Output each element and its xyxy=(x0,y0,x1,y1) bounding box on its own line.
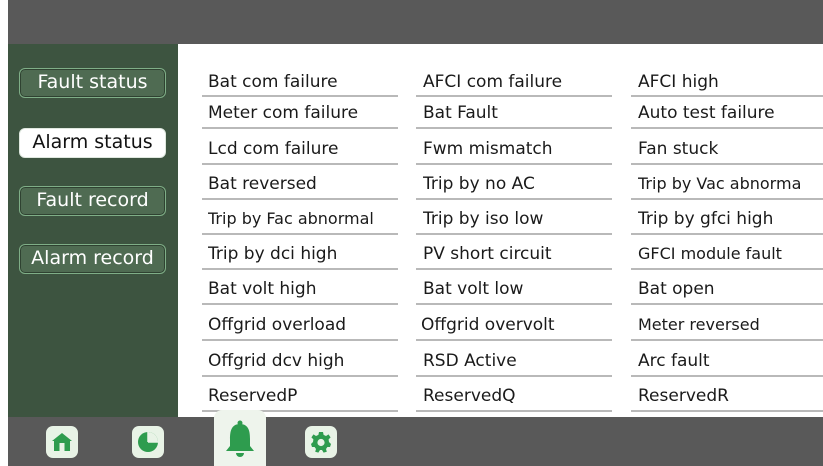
divider xyxy=(416,375,612,377)
divider xyxy=(631,95,823,97)
gear-icon xyxy=(311,432,331,453)
divider xyxy=(631,410,823,412)
divider xyxy=(416,163,612,165)
divider xyxy=(202,163,398,165)
list-item: Trip by iso low xyxy=(423,209,544,229)
divider xyxy=(631,303,823,305)
list-item: Meter reversed xyxy=(638,315,760,334)
home-button[interactable] xyxy=(46,426,78,458)
divider xyxy=(416,95,612,97)
list-item: Bat com failure xyxy=(208,72,338,92)
list-item: Bat Fault xyxy=(423,103,498,123)
list-item: ReservedQ xyxy=(423,386,516,406)
sidebar: Fault status Alarm status Fault record A… xyxy=(8,44,178,417)
list-item: GFCI module fault xyxy=(638,244,782,263)
divider xyxy=(631,233,823,235)
list-item: Bat open xyxy=(638,279,715,299)
list-item: ReservedP xyxy=(208,386,298,406)
divider xyxy=(202,268,398,270)
bell-icon xyxy=(226,420,254,457)
sidebar-item-fault-status[interactable]: Fault status xyxy=(19,68,166,98)
list-item: Trip by dci high xyxy=(208,244,338,264)
list-item: Trip by no AC xyxy=(423,174,535,194)
divider xyxy=(202,339,398,341)
divider xyxy=(202,127,398,129)
divider xyxy=(416,268,612,270)
sidebar-item-alarm-record[interactable]: Alarm record xyxy=(19,244,166,274)
top-bar xyxy=(8,0,823,44)
list-item: Bat reversed xyxy=(208,174,317,194)
list-item: Trip by gfci high xyxy=(638,209,774,229)
divider xyxy=(631,163,823,165)
divider xyxy=(202,375,398,377)
list-item: Meter com failure xyxy=(208,103,359,123)
home-icon xyxy=(52,433,72,451)
list-item: Bat volt low xyxy=(423,279,524,299)
divider xyxy=(202,95,398,97)
divider xyxy=(631,268,823,270)
list-item: ReservedR xyxy=(638,386,729,406)
list-item: Lcd com failure xyxy=(208,139,339,159)
list-item: Trip by Fac abnormal xyxy=(208,209,374,228)
divider xyxy=(202,198,398,200)
list-item: RSD Active xyxy=(423,351,517,371)
divider xyxy=(416,303,612,305)
list-item: AFCI com failure xyxy=(423,72,563,92)
divider xyxy=(202,303,398,305)
divider xyxy=(416,127,612,129)
divider xyxy=(416,410,612,412)
bottom-nav-bar xyxy=(8,417,823,466)
divider xyxy=(416,233,612,235)
settings-button[interactable] xyxy=(305,426,337,458)
statistics-button[interactable] xyxy=(132,426,164,458)
list-item: Trip by Vac abnorma xyxy=(638,174,802,193)
divider xyxy=(631,198,823,200)
list-item: Fwm mismatch xyxy=(423,139,553,159)
sidebar-item-alarm-status[interactable]: Alarm status xyxy=(19,128,166,158)
list-item: Offgrid overload xyxy=(208,315,347,335)
divider xyxy=(416,339,612,341)
divider xyxy=(631,339,823,341)
list-item: Offgrid dcv high xyxy=(208,351,345,371)
alarm-button[interactable] xyxy=(214,410,266,466)
list-item: Auto test failure xyxy=(638,103,775,123)
list-item: AFCI high xyxy=(638,72,719,92)
list-item: Fan stuck xyxy=(638,139,719,159)
list-item: PV short circuit xyxy=(423,244,552,264)
list-item: Bat volt high xyxy=(208,279,317,299)
alarm-list: Bat com failure AFCI com failure AFCI hi… xyxy=(178,44,823,417)
divider xyxy=(202,233,398,235)
pie-chart-icon xyxy=(138,432,158,452)
divider xyxy=(631,127,823,129)
divider xyxy=(631,375,823,377)
sidebar-item-fault-record[interactable]: Fault record xyxy=(19,186,166,216)
list-item: Arc fault xyxy=(638,351,710,371)
divider xyxy=(416,198,612,200)
list-item: Offgrid overvolt xyxy=(421,315,555,335)
